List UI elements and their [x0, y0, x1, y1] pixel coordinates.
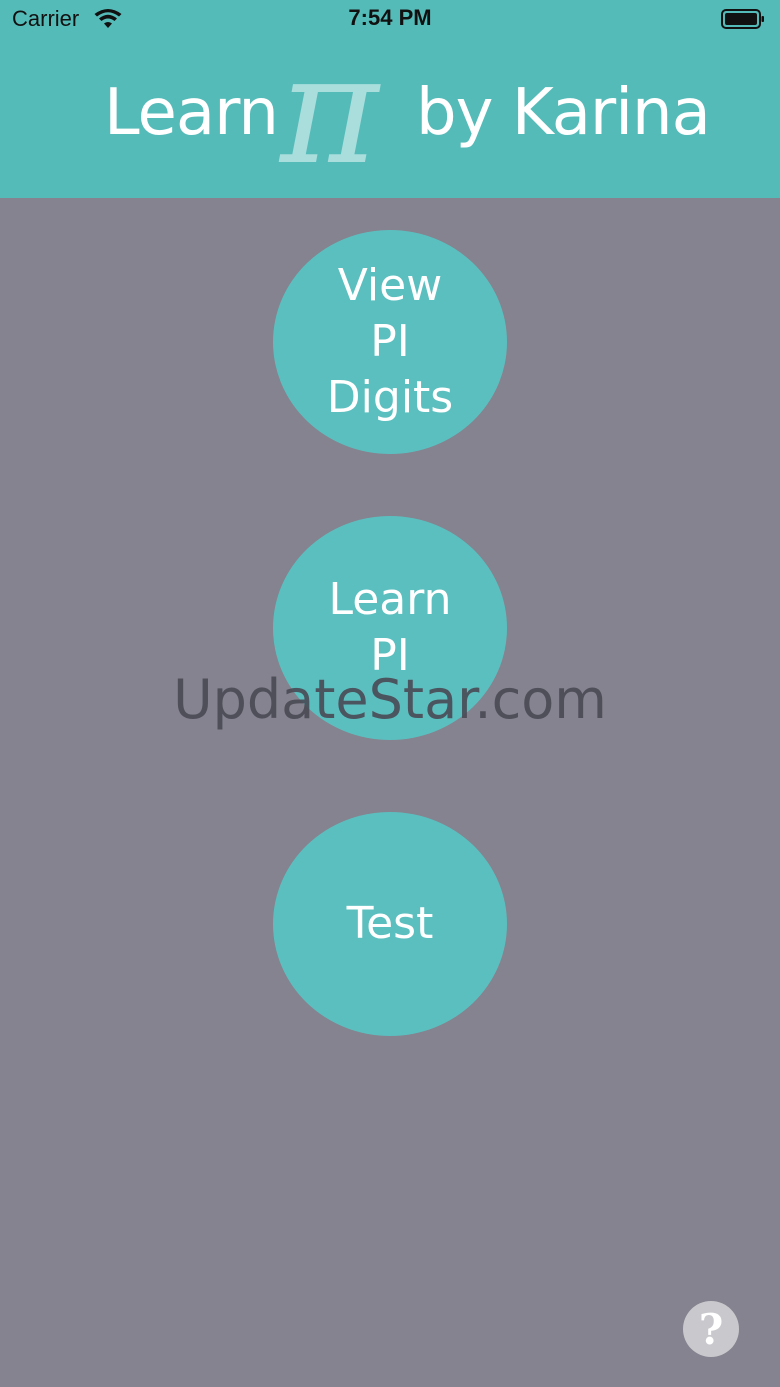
status-time: 7:54 PM	[348, 5, 432, 30]
title-learn: Learn	[104, 76, 279, 150]
app-header: Carrier 7:54 PM Learn π by Karina	[0, 0, 780, 198]
question-mark-icon: ?	[698, 1304, 724, 1354]
test-label: Test	[346, 898, 434, 949]
title-by-karina: by Karina	[416, 76, 711, 150]
learn-pi-button[interactable]: Learn PI	[273, 516, 507, 740]
help-button[interactable]: ?	[683, 1301, 739, 1357]
app-title: Learn π by Karina	[0, 36, 780, 186]
pi-symbol-icon: π	[280, 24, 379, 198]
battery-icon	[721, 9, 764, 29]
learn-pi-label: Learn PI	[328, 574, 452, 681]
test-button[interactable]: Test	[273, 812, 507, 1036]
status-bar: Carrier 7:54 PM	[0, 0, 780, 40]
view-pi-digits-label: View PI Digits	[326, 260, 454, 423]
view-pi-digits-button[interactable]: View PI Digits	[273, 230, 507, 454]
